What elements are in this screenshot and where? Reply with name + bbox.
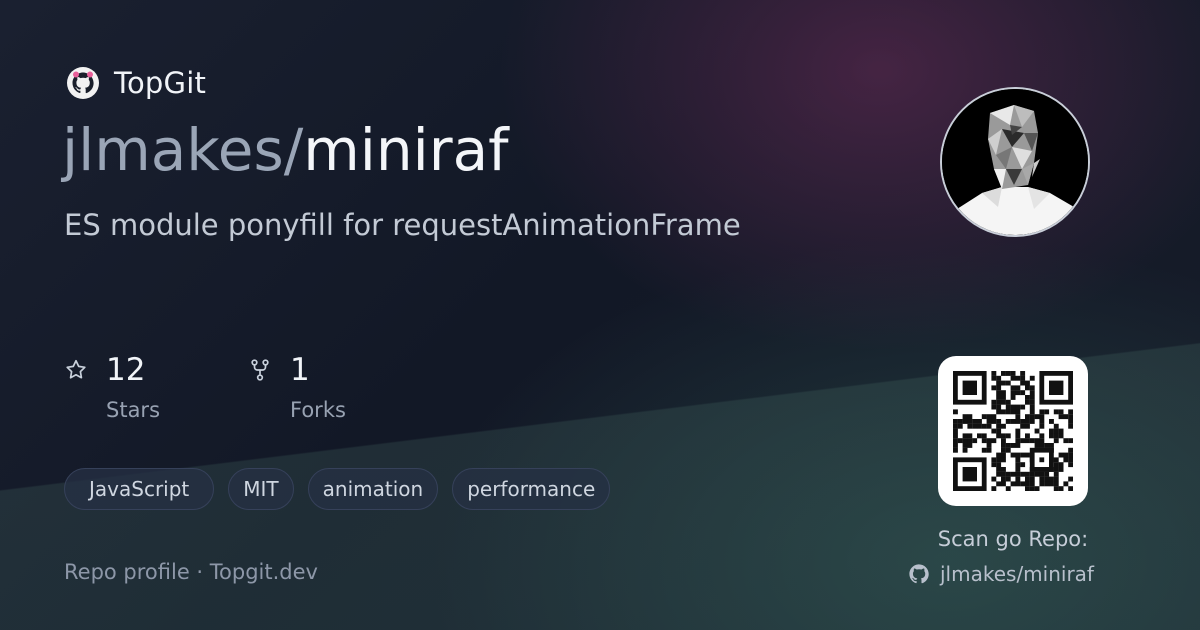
github-icon	[909, 564, 929, 584]
fork-icon	[251, 359, 269, 381]
repo-owner[interactable]: jlmakes	[62, 116, 284, 184]
repo-separator: /	[283, 116, 304, 184]
qr-code[interactable]	[938, 356, 1088, 506]
footer-text[interactable]: Repo profile · Topgit.dev	[64, 560, 318, 584]
forks-count: 1	[290, 352, 310, 388]
star-icon	[66, 359, 86, 379]
tag-mit[interactable]: MIT	[228, 468, 294, 510]
brand[interactable]: TopGit	[66, 66, 206, 100]
repo-name[interactable]: miniraf	[303, 116, 508, 184]
tag-performance[interactable]: performance	[452, 468, 611, 510]
stars-label: Stars	[106, 398, 161, 422]
qr-caption: Scan go Repo:	[937, 527, 1089, 551]
avatar[interactable]	[940, 87, 1090, 237]
stars-count: 12	[106, 352, 146, 388]
repo-title[interactable]: jlmakes/miniraf	[62, 110, 509, 190]
repo-description: ES module ponyfill for requestAnimationF…	[64, 208, 741, 242]
repo-link[interactable]: jlmakes/miniraf	[908, 562, 1094, 586]
qr-code-image	[953, 371, 1073, 491]
tag-list: JavaScript MIT animation performance	[64, 468, 611, 510]
github-octocat-icon	[67, 67, 99, 99]
brand-name: TopGit	[114, 66, 207, 100]
repo-link-text: jlmakes/miniraf	[940, 562, 1094, 586]
avatar-image	[942, 89, 1088, 235]
tag-animation[interactable]: animation	[307, 468, 439, 510]
forks-label: Forks	[290, 398, 346, 422]
tag-javascript[interactable]: JavaScript	[64, 468, 215, 510]
repo-card: TopGit jlmakes/miniraf ES module ponyfil…	[0, 0, 1200, 630]
